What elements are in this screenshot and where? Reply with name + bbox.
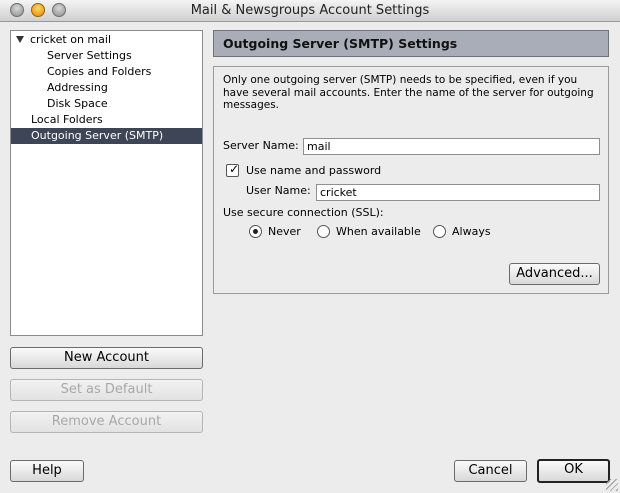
- cancel-button[interactable]: Cancel: [454, 460, 527, 482]
- resize-grip-icon[interactable]: [606, 479, 618, 491]
- user-name-input[interactable]: [316, 184, 600, 201]
- tree-item-account-label: cricket on mail: [30, 33, 111, 46]
- ssl-never-radio[interactable]: [249, 225, 262, 238]
- use-name-password-label: Use name and password: [246, 164, 382, 177]
- account-tree[interactable]: cricket on mail Server Settings Copies a…: [10, 30, 203, 336]
- ssl-never-label: Never: [268, 225, 301, 238]
- window-title: Mail & Newsgroups Account Settings: [190, 3, 430, 18]
- ssl-always-label: Always: [452, 225, 491, 238]
- tree-item-label: Disk Space: [47, 97, 108, 110]
- title-bar: Mail & Newsgroups Account Settings: [0, 0, 620, 22]
- help-button[interactable]: Help: [10, 460, 84, 482]
- ssl-when-available-label: When available: [336, 225, 421, 238]
- disclosure-triangle-icon[interactable]: [16, 36, 24, 43]
- server-name-label: Server Name:: [223, 139, 299, 152]
- tree-item-label: Server Settings: [47, 49, 132, 62]
- ssl-label: Use secure connection (SSL):: [223, 206, 384, 219]
- smtp-settings-group: Only one outgoing server (SMTP) needs to…: [213, 66, 609, 294]
- radio-selected-dot: [253, 229, 258, 234]
- panel-title: Outgoing Server (SMTP) Settings: [223, 36, 458, 51]
- use-name-password-checkbox[interactable]: ✓: [226, 162, 240, 177]
- remove-account-button[interactable]: Remove Account: [10, 411, 203, 433]
- description-text: Only one outgoing server (SMTP) needs to…: [223, 74, 594, 111]
- panel-header: Outgoing Server (SMTP) Settings: [213, 30, 609, 57]
- tree-item-outgoing-server[interactable]: Outgoing Server (SMTP): [11, 128, 202, 144]
- server-name-input[interactable]: [303, 138, 600, 155]
- checkmark-icon: ✓: [229, 162, 240, 176]
- ssl-always-radio[interactable]: [433, 225, 446, 238]
- advanced-button[interactable]: Advanced...: [509, 263, 600, 285]
- tree-item-disk-space[interactable]: Disk Space: [11, 96, 202, 112]
- tree-item-local-folders[interactable]: Local Folders: [11, 112, 202, 128]
- tree-item-copies-folders[interactable]: Copies and Folders: [11, 64, 202, 80]
- tree-item-server-settings[interactable]: Server Settings: [11, 48, 202, 64]
- tree-item-addressing[interactable]: Addressing: [11, 80, 202, 96]
- tree-item-label: Local Folders: [31, 113, 103, 126]
- user-name-label: User Name:: [246, 184, 311, 197]
- ok-button[interactable]: OK: [537, 459, 610, 483]
- tree-item-account[interactable]: cricket on mail: [11, 32, 202, 48]
- new-account-button[interactable]: New Account: [10, 347, 203, 369]
- tree-item-label: Copies and Folders: [47, 65, 152, 78]
- tree-item-label: Addressing: [47, 81, 108, 94]
- ssl-when-available-radio[interactable]: [317, 225, 330, 238]
- tree-item-label: Outgoing Server (SMTP): [31, 129, 164, 142]
- set-as-default-button[interactable]: Set as Default: [10, 379, 203, 401]
